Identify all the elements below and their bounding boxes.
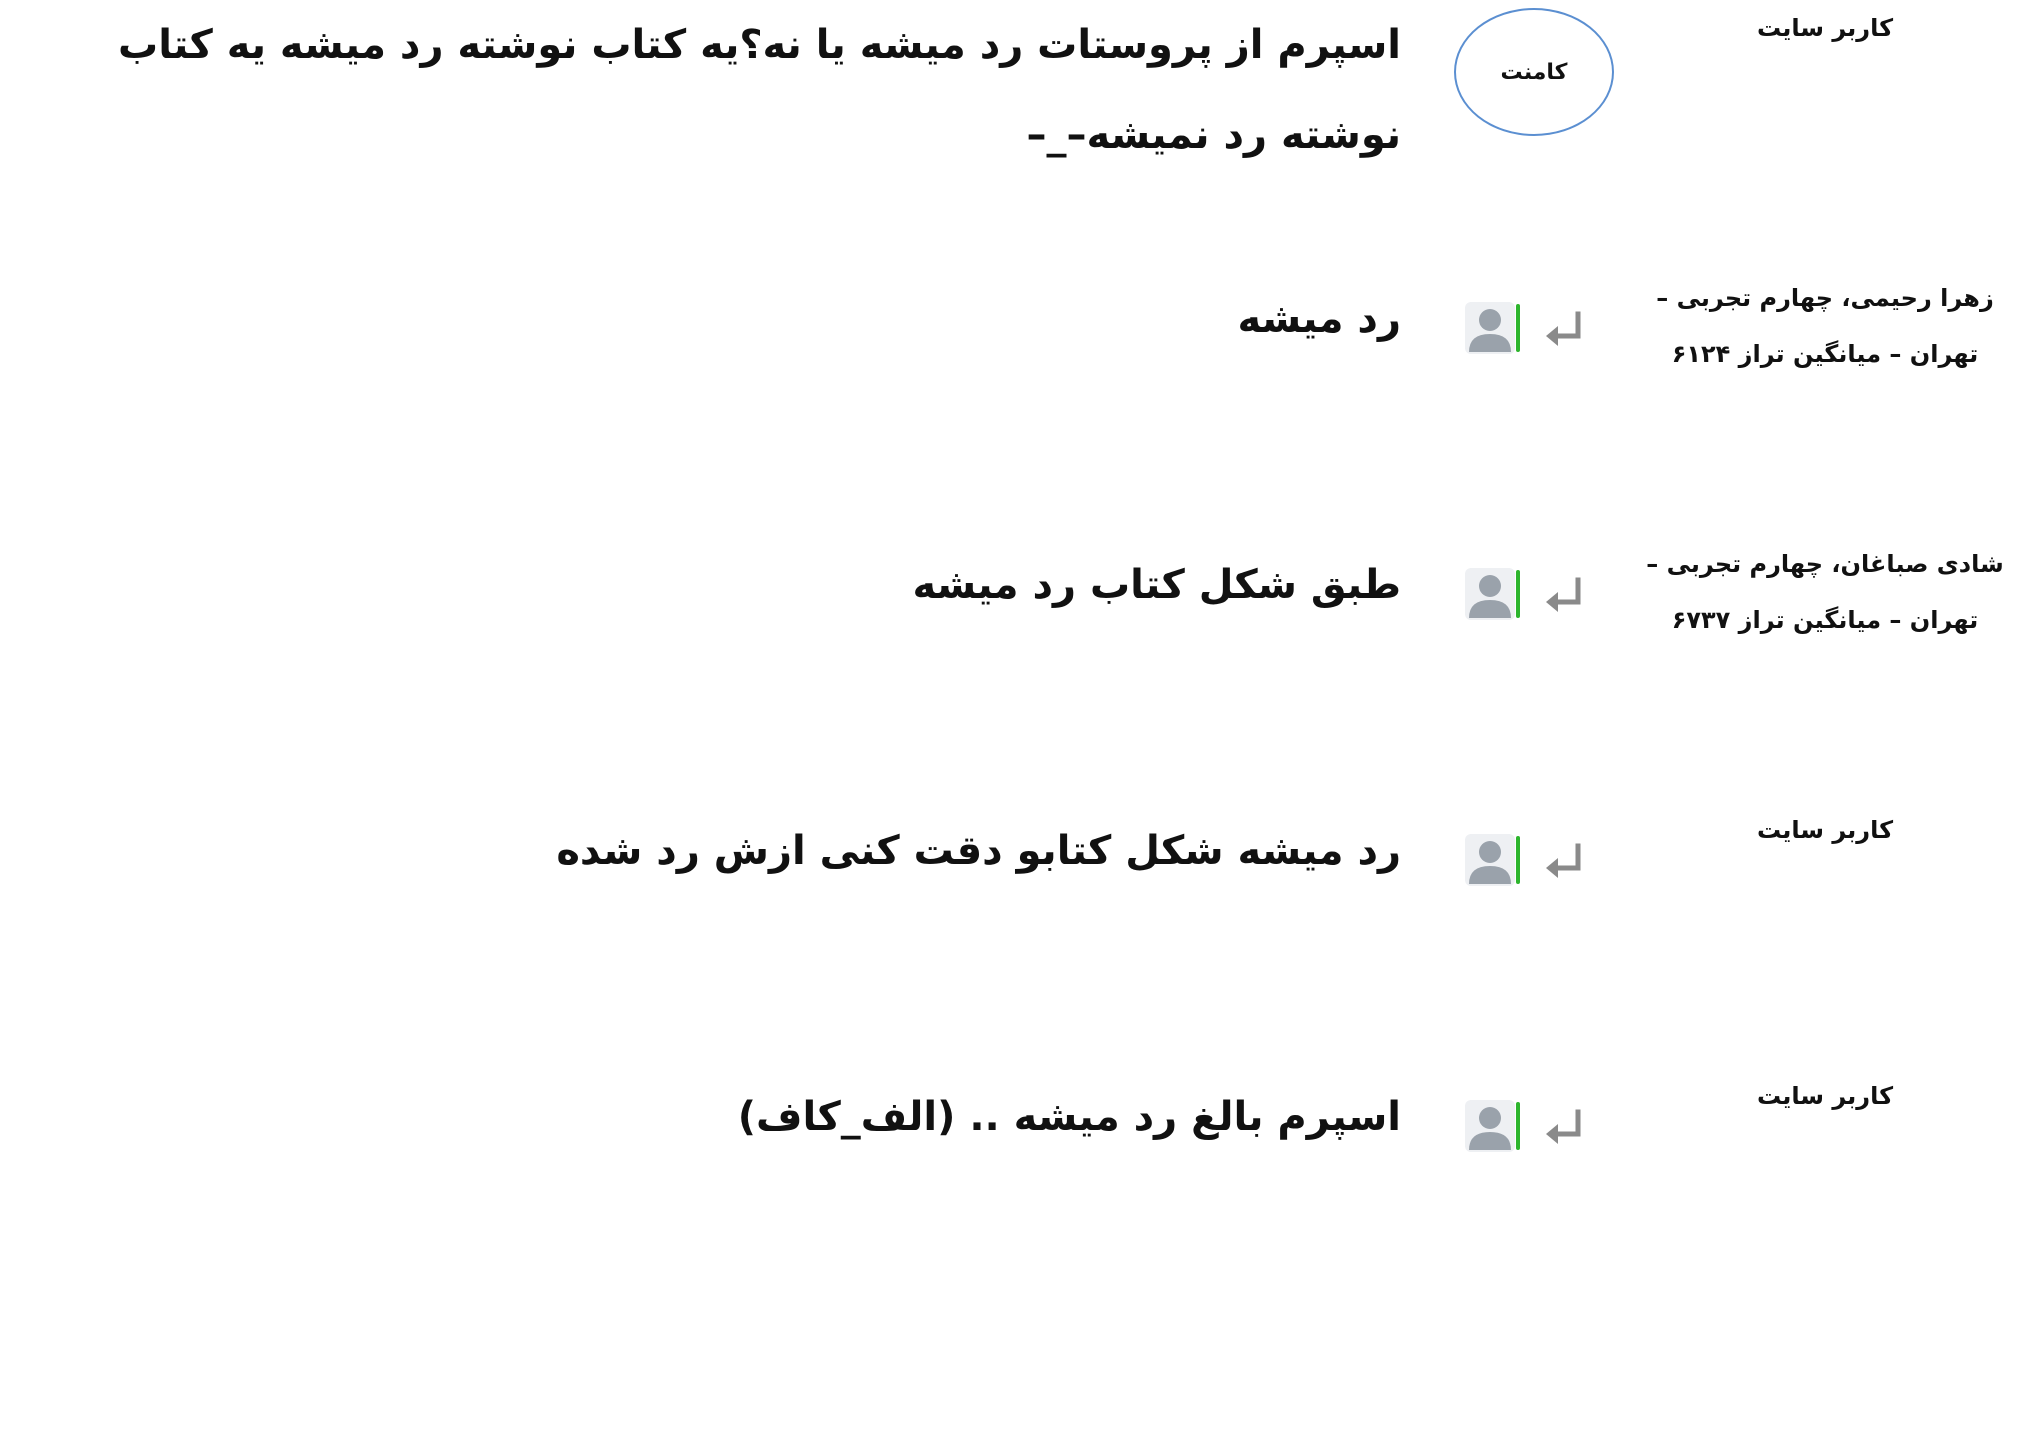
reply-item: کاربر سایت رد میشه شکل کتابو دقت کنی ازش…: [0, 802, 2024, 922]
root-comment: کاربر سایت کامنت اسپرم از پروستات رد میش…: [0, 0, 2024, 180]
reply-item: زهرا رحیمی، چهارم تجربی – تهران – میانگی…: [0, 270, 2024, 390]
reply-author: زهرا رحیمی، چهارم تجربی – تهران – میانگی…: [1656, 284, 1994, 368]
reply-text: رد میشه: [1237, 296, 1401, 342]
comment-text: اسپرم از پروستات رد میشه یا نه؟یه کتاب ن…: [118, 22, 1401, 158]
user-avatar-icon[interactable]: [1463, 298, 1523, 358]
reply-author: شادی صباغان، چهارم تجربی – تهران – میانگ…: [1646, 550, 2004, 634]
reply-item: کاربر سایت اسپرم بالغ رد میشه .. (الف_کا…: [0, 1068, 2024, 1188]
reply-arrow-icon[interactable]: [1540, 306, 1588, 354]
comment-thread: کاربر سایت کامنت اسپرم از پروستات رد میش…: [0, 0, 2024, 1434]
reply-author: کاربر سایت: [1756, 816, 1894, 844]
comment-badge[interactable]: کامنت: [1454, 8, 1614, 136]
reply-text: رد میشه شکل کتابو دقت کنی ازش رد شده: [556, 828, 1401, 874]
reply-arrow-icon[interactable]: [1540, 838, 1588, 886]
user-avatar-icon[interactable]: [1463, 564, 1523, 624]
user-avatar-icon[interactable]: [1463, 1096, 1523, 1156]
reply-item: شادی صباغان، چهارم تجربی – تهران – میانگ…: [0, 536, 2024, 656]
reply-arrow-icon[interactable]: [1540, 1104, 1588, 1152]
reply-text: طبق شکل کتاب رد میشه: [912, 562, 1401, 608]
user-avatar-icon[interactable]: [1463, 830, 1523, 890]
reply-text: اسپرم بالغ رد میشه .. (الف_کاف): [737, 1094, 1401, 1140]
reply-author: کاربر سایت: [1756, 1082, 1894, 1110]
comment-author: کاربر سایت: [1756, 14, 1894, 42]
reply-arrow-icon[interactable]: [1540, 572, 1588, 620]
